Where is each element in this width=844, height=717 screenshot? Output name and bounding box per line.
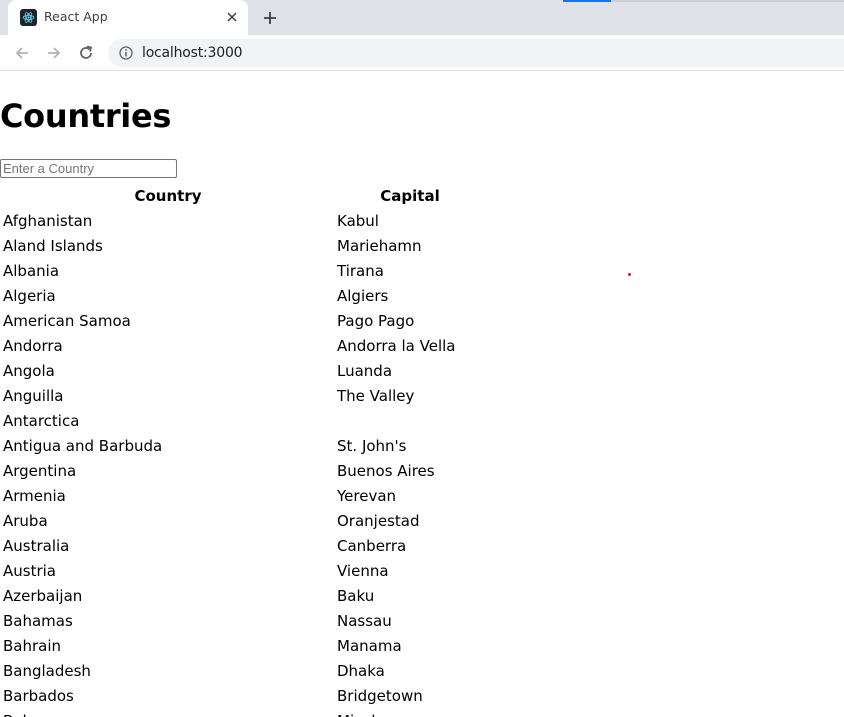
country-cell: Algeria bbox=[3, 286, 56, 305]
capital-cell: St. John's bbox=[337, 436, 407, 455]
capital-cell: Nassau bbox=[337, 611, 392, 630]
table-row: Argentina Buenos Aires bbox=[2, 459, 484, 482]
search-input[interactable] bbox=[0, 159, 177, 178]
country-cell: Bahamas bbox=[3, 611, 73, 630]
country-cell: Andorra bbox=[3, 336, 63, 355]
address-bar[interactable]: localhost:3000 bbox=[108, 39, 844, 67]
react-logo-icon bbox=[20, 9, 37, 26]
capital-cell: Buenos Aires bbox=[337, 461, 435, 480]
country-cell: Azerbaijan bbox=[3, 586, 83, 605]
table-row: American Samoa Pago Pago bbox=[2, 309, 484, 332]
table-row: Antigua and Barbuda St. John's bbox=[2, 434, 484, 457]
capital-cell: Baku bbox=[337, 586, 375, 605]
table-row: Bahrain Manama bbox=[2, 634, 484, 657]
country-cell: Argentina bbox=[3, 461, 77, 480]
table-row: Antarctica bbox=[2, 409, 484, 432]
table-row: Bangladesh Dhaka bbox=[2, 659, 484, 682]
country-cell: Aland Islands bbox=[3, 236, 103, 255]
table-row: Azerbaijan Baku bbox=[2, 584, 484, 607]
table-row: Bahamas Nassau bbox=[2, 609, 484, 632]
country-cell: Aruba bbox=[3, 511, 48, 530]
url-text[interactable]: localhost:3000 bbox=[142, 45, 243, 61]
capital-cell: Tirana bbox=[337, 261, 384, 280]
capital-cell: Luanda bbox=[337, 361, 393, 380]
country-cell: Afghanistan bbox=[3, 211, 93, 230]
table-row: BelarusMinsk bbox=[2, 709, 484, 717]
country-cell: Bahrain bbox=[3, 636, 62, 655]
table-row: Albania Tirana bbox=[2, 259, 484, 282]
table-row: Australia Canberra bbox=[2, 534, 484, 557]
capital-cell: Bridgetown bbox=[337, 686, 423, 705]
table-row: Barbados Bridgetown bbox=[2, 684, 484, 707]
country-cell: Belarus bbox=[2, 709, 334, 717]
country-cell: Angola bbox=[3, 361, 55, 380]
page-content: Countries Country Capital Afghanistan Kab… bbox=[0, 71, 844, 717]
arrow-left-icon[interactable] bbox=[10, 41, 34, 65]
table-header-row: Country Capital bbox=[2, 184, 484, 207]
country-cell: Barbados bbox=[3, 686, 74, 705]
plus-icon[interactable] bbox=[259, 7, 281, 29]
capital-cell: Oranjestad bbox=[337, 511, 420, 530]
country-cell: Austria bbox=[3, 561, 56, 580]
country-cell: Antigua and Barbuda bbox=[3, 436, 163, 455]
country-cell: Antarctica bbox=[3, 411, 80, 430]
country-cell: Armenia bbox=[3, 486, 66, 505]
table-row: Anguilla The Valley bbox=[2, 384, 484, 407]
capital-cell: Minsk bbox=[336, 709, 484, 717]
tab-strip: React App bbox=[0, 0, 844, 35]
country-cell: Australia bbox=[3, 536, 70, 555]
table-row: Algeria Algiers bbox=[2, 284, 484, 307]
tab-accent-line bbox=[563, 0, 611, 2]
arrow-right-icon[interactable] bbox=[42, 41, 66, 65]
country-cell: Albania bbox=[3, 261, 60, 280]
capital-cell: Kabul bbox=[337, 211, 379, 230]
header-capital: Capital bbox=[380, 186, 440, 205]
table-row: Austria Vienna bbox=[2, 559, 484, 582]
table-row: Angola Luanda bbox=[2, 359, 484, 382]
header-country: Country bbox=[134, 186, 202, 205]
capital-cell: Yerevan bbox=[337, 486, 397, 505]
capital-cell: Canberra bbox=[337, 536, 407, 555]
capital-cell: Vienna bbox=[337, 561, 389, 580]
capital-cell: Andorra la Vella bbox=[337, 336, 456, 355]
table-row: Andorra Andorra la Vella bbox=[2, 334, 484, 357]
table-row: Armenia Yerevan bbox=[2, 484, 484, 507]
country-cell: American Samoa bbox=[3, 311, 131, 330]
capital-cell: Manama bbox=[337, 636, 402, 655]
page-title: Countries bbox=[0, 97, 172, 135]
capital-cell: Mariehamn bbox=[337, 236, 422, 255]
info-icon[interactable] bbox=[118, 45, 134, 61]
reload-icon[interactable] bbox=[74, 41, 98, 65]
capital-cell: Dhaka bbox=[337, 661, 385, 680]
tab-divider-line bbox=[611, 0, 844, 2]
capital-cell bbox=[336, 409, 484, 432]
close-icon[interactable] bbox=[224, 9, 240, 25]
capital-cell: Pago Pago bbox=[337, 311, 415, 330]
table-row: Aland Islands Mariehamn bbox=[2, 234, 484, 257]
capital-cell: The Valley bbox=[337, 386, 415, 405]
table-row: Afghanistan Kabul bbox=[2, 209, 484, 232]
countries-table: Country Capital Afghanistan Kabul Aland Is… bbox=[0, 182, 486, 717]
browser-tab[interactable]: React App bbox=[8, 0, 248, 35]
capital-cell: Algiers bbox=[337, 286, 389, 305]
red-dot bbox=[628, 273, 631, 276]
table-row: Aruba Oranjestad bbox=[2, 509, 484, 532]
tab-title: React App bbox=[44, 9, 108, 24]
country-cell: Bangladesh bbox=[3, 661, 91, 680]
browser-toolbar: localhost:3000 bbox=[0, 35, 844, 71]
country-cell: Anguilla bbox=[3, 386, 64, 405]
